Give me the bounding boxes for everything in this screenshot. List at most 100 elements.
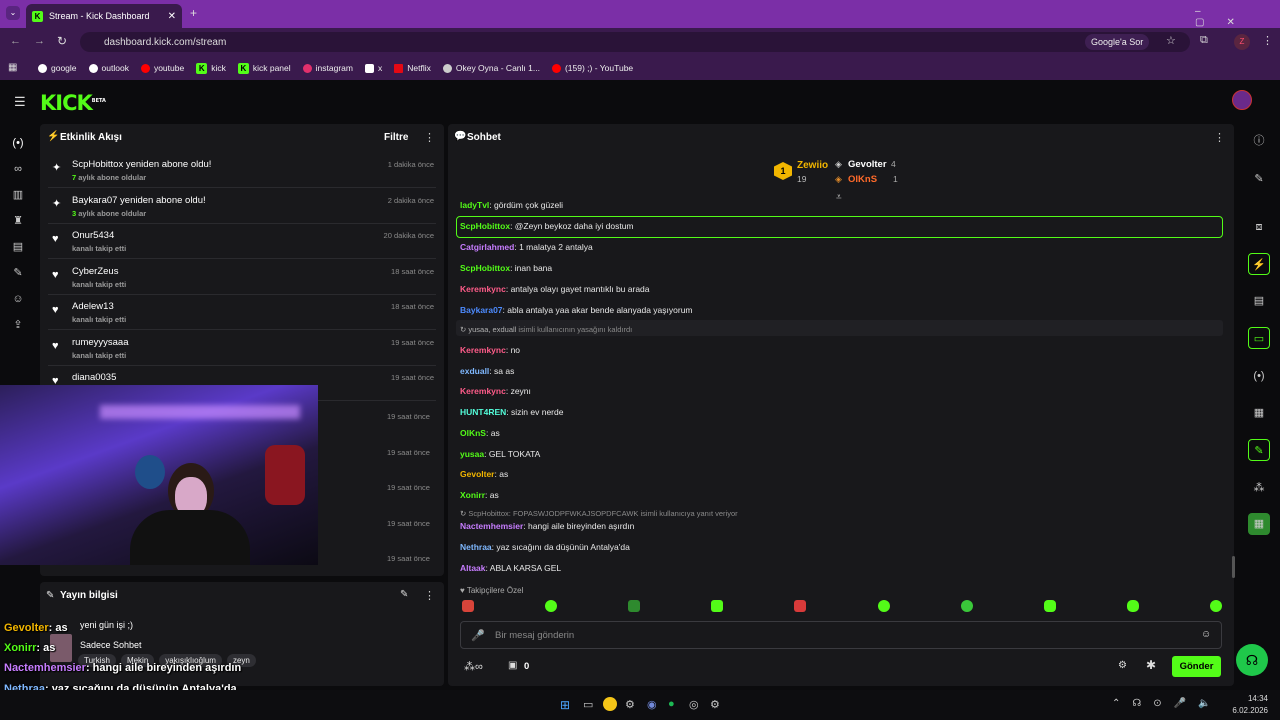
chat-username[interactable]: HUNT4REN — [460, 407, 506, 417]
wrench-icon[interactable]: ✎ — [11, 266, 25, 280]
live-stream-icon[interactable]: (•) — [11, 136, 25, 150]
bookmark-outlook[interactable]: outlook — [88, 63, 129, 73]
bookmark-google[interactable]: google — [38, 63, 77, 73]
chat-tools-icon[interactable]: ✱ — [1146, 658, 1156, 672]
chat-username[interactable]: OlKnS — [460, 428, 486, 438]
leader-2-name[interactable]: Gevolter — [848, 159, 887, 170]
kick-app-icon[interactable]: ▦ — [1248, 513, 1270, 535]
chat-username[interactable]: Nethraa — [460, 542, 492, 552]
bookmark-x[interactable]: x — [364, 63, 382, 73]
tab-close-icon[interactable]: ✕ — [168, 11, 176, 22]
bookmark-star-icon[interactable]: ☆ — [1166, 34, 1176, 47]
chat-message[interactable]: exduall: sa as — [460, 366, 514, 376]
forward-icon[interactable]: → — [34, 35, 45, 47]
emote-icon[interactable] — [1209, 600, 1222, 612]
info-menu-icon[interactable]: ⋮ — [424, 589, 435, 602]
chat-username[interactable]: Keremkync — [460, 386, 506, 396]
filter-button[interactable]: Filtre — [384, 132, 408, 143]
bookmark-youtube-2[interactable]: (159) ;) - YouTube — [551, 63, 633, 73]
chat-message[interactable]: ladyTvl: gördüm çok güzeli — [460, 200, 563, 210]
bookmark-instagram[interactable]: instagram — [302, 63, 353, 73]
chat-toggle-icon[interactable]: ▭ — [1248, 327, 1270, 349]
chat-message[interactable]: OlKnS: as — [460, 428, 500, 438]
chat-username[interactable]: Keremkync — [460, 284, 506, 294]
chat-message[interactable]: Gevolter: as — [460, 469, 508, 479]
activity-item[interactable]: ♥ Adelew13 kanalı takip etti 18 saat önce — [48, 296, 436, 330]
chat-message[interactable]: Altaak: ABLA KARSA GEL — [460, 563, 561, 573]
chat-message[interactable]: Keremkync: zeynı — [460, 386, 531, 396]
activity-item[interactable]: ✦ ScpHobittox yeniden abone oldu! 7 aylık … — [48, 154, 436, 188]
back-icon[interactable]: ← — [10, 35, 21, 47]
chat-message[interactable]: ScpHobittox: @Zeyn beykoz daha iyi dostu… — [460, 221, 634, 231]
edit-icon[interactable]: ✎ — [400, 589, 408, 600]
chat-message[interactable]: HUNT4REN: sizin ev nerde — [460, 407, 563, 417]
chat-username[interactable]: Baykara07 — [460, 305, 503, 315]
url-input[interactable]: dashboard.kick.com/stream — [80, 32, 1190, 52]
emote-icon[interactable] — [1043, 600, 1056, 612]
chat-message[interactable]: Nethraa: yaz sıcağını da düşünün Antalya… — [460, 542, 630, 552]
chat-username[interactable]: Catgirlahmed — [460, 242, 514, 252]
activity-item[interactable]: ♥ CyberZeus kanalı takip etti 18 saat önce — [48, 261, 436, 295]
chat-message[interactable]: Baykara07: abla antalya yaa akar bende a… — [460, 305, 693, 315]
profile-avatar[interactable]: Z — [1234, 34, 1250, 50]
emote-icon[interactable] — [1126, 600, 1139, 612]
start-icon[interactable]: ⊞ — [560, 698, 570, 712]
chat-settings-icon[interactable]: ⚙ — [1118, 660, 1127, 671]
trophy-icon[interactable]: ♜ — [11, 214, 25, 228]
activity-item[interactable]: ♥ rumeyyysaaa kanalı takip etti 19 saat önc… — [48, 332, 436, 366]
storage-icon[interactable]: ▦ — [1248, 402, 1270, 424]
chat-message[interactable]: Keremkync: antalya olayı gayet mantıklı … — [460, 284, 650, 294]
chat-username[interactable]: yusaa, exduall — [468, 325, 516, 334]
emote-icon[interactable] — [711, 600, 724, 612]
chat-message[interactable]: yusaa: GEL TOKATA — [460, 449, 540, 459]
tab-kick-dashboard[interactable]: K Stream - Kick Dashboard ✕ — [26, 4, 182, 28]
emote-icon[interactable] — [794, 600, 807, 612]
emote-icon[interactable] — [877, 600, 890, 612]
broadcast-icon[interactable]: (•) — [1248, 365, 1270, 387]
connections-icon[interactable]: ⁂∞ — [464, 660, 483, 673]
chat-username[interactable]: Altaak — [460, 563, 486, 573]
bookmark-youtube[interactable]: youtube — [140, 63, 184, 73]
microphone-icon[interactable]: 🎤 — [471, 629, 485, 642]
bookmark-netflix[interactable]: Netflix — [394, 63, 431, 73]
notes-icon[interactable]: ▤ — [1248, 290, 1270, 312]
window-controls[interactable]: –▢✕ — [1195, 6, 1280, 28]
chrome-icon[interactable] — [603, 697, 617, 711]
send-button[interactable]: Gönder — [1172, 656, 1221, 677]
activity-menu-icon[interactable]: ⋮ — [424, 131, 435, 144]
share-icon[interactable]: ⁂ — [1248, 477, 1270, 499]
tools-toggle-icon[interactable]: ✎ — [1248, 439, 1270, 461]
chat-input[interactable]: 🎤 Bir mesaj gönderin ☺ — [460, 621, 1222, 649]
emote-icon[interactable] — [462, 600, 474, 612]
analytics-icon[interactable]: ▥ — [11, 188, 25, 202]
emoji-icon[interactable]: ☺ — [1201, 629, 1211, 640]
category-name[interactable]: Sadece Sohbet — [80, 640, 142, 650]
chat-username[interactable]: exduall — [460, 366, 489, 376]
extensions-icon[interactable]: ⧉ — [1200, 34, 1208, 47]
google-ask-button[interactable]: Google'a Sor — [1085, 34, 1150, 50]
chat-scrollbar[interactable] — [1232, 556, 1235, 578]
bookmark-kick-panel[interactable]: Kkick panel — [237, 62, 291, 74]
reload-icon[interactable]: ↻ — [57, 34, 67, 48]
chat-menu-icon[interactable]: ⋮ — [1214, 131, 1225, 144]
chat-message[interactable]: ↻ ScpHobittox: FOPASWJODPFWKAJSOPDFCAWK … — [460, 509, 738, 518]
chat-username[interactable]: yusaa — [460, 449, 484, 459]
support-headset-icon[interactable]: ☊ — [1236, 644, 1268, 676]
spotify-icon[interactable]: ● — [668, 698, 675, 710]
leader-1-name[interactable]: Zewiio — [797, 160, 828, 171]
tab-search-icon[interactable]: ⌄ — [6, 6, 20, 20]
activity-item[interactable]: ♥ Onur5434 kanalı takip etti 20 dakika önce — [48, 225, 436, 259]
discord-icon[interactable]: ◉ — [647, 698, 657, 711]
chat-username[interactable]: Gevolter — [460, 469, 495, 479]
kick-logo[interactable]: KICKBETA — [40, 91, 106, 115]
chat-username[interactable]: ScpHobittox: FOPASWJODPFWKAJSOPDFCAWK — [468, 509, 638, 518]
chat-message[interactable]: Xonirr: as — [460, 490, 499, 500]
pen-icon[interactable]: ✎ — [1248, 168, 1270, 190]
chat-username[interactable]: ScpHobittox — [460, 221, 510, 231]
app-icon[interactable]: ◎ — [689, 698, 699, 711]
hamburger-menu-icon[interactable]: ☰ — [14, 94, 26, 110]
chat-message[interactable]: Catgirlahmed: 1 malatya 2 antalya — [460, 242, 593, 252]
bookmark-kick[interactable]: Kkick — [196, 62, 226, 74]
new-tab-icon[interactable]: + — [190, 6, 197, 20]
screenshot-icon[interactable]: ⧈ — [1248, 216, 1270, 238]
